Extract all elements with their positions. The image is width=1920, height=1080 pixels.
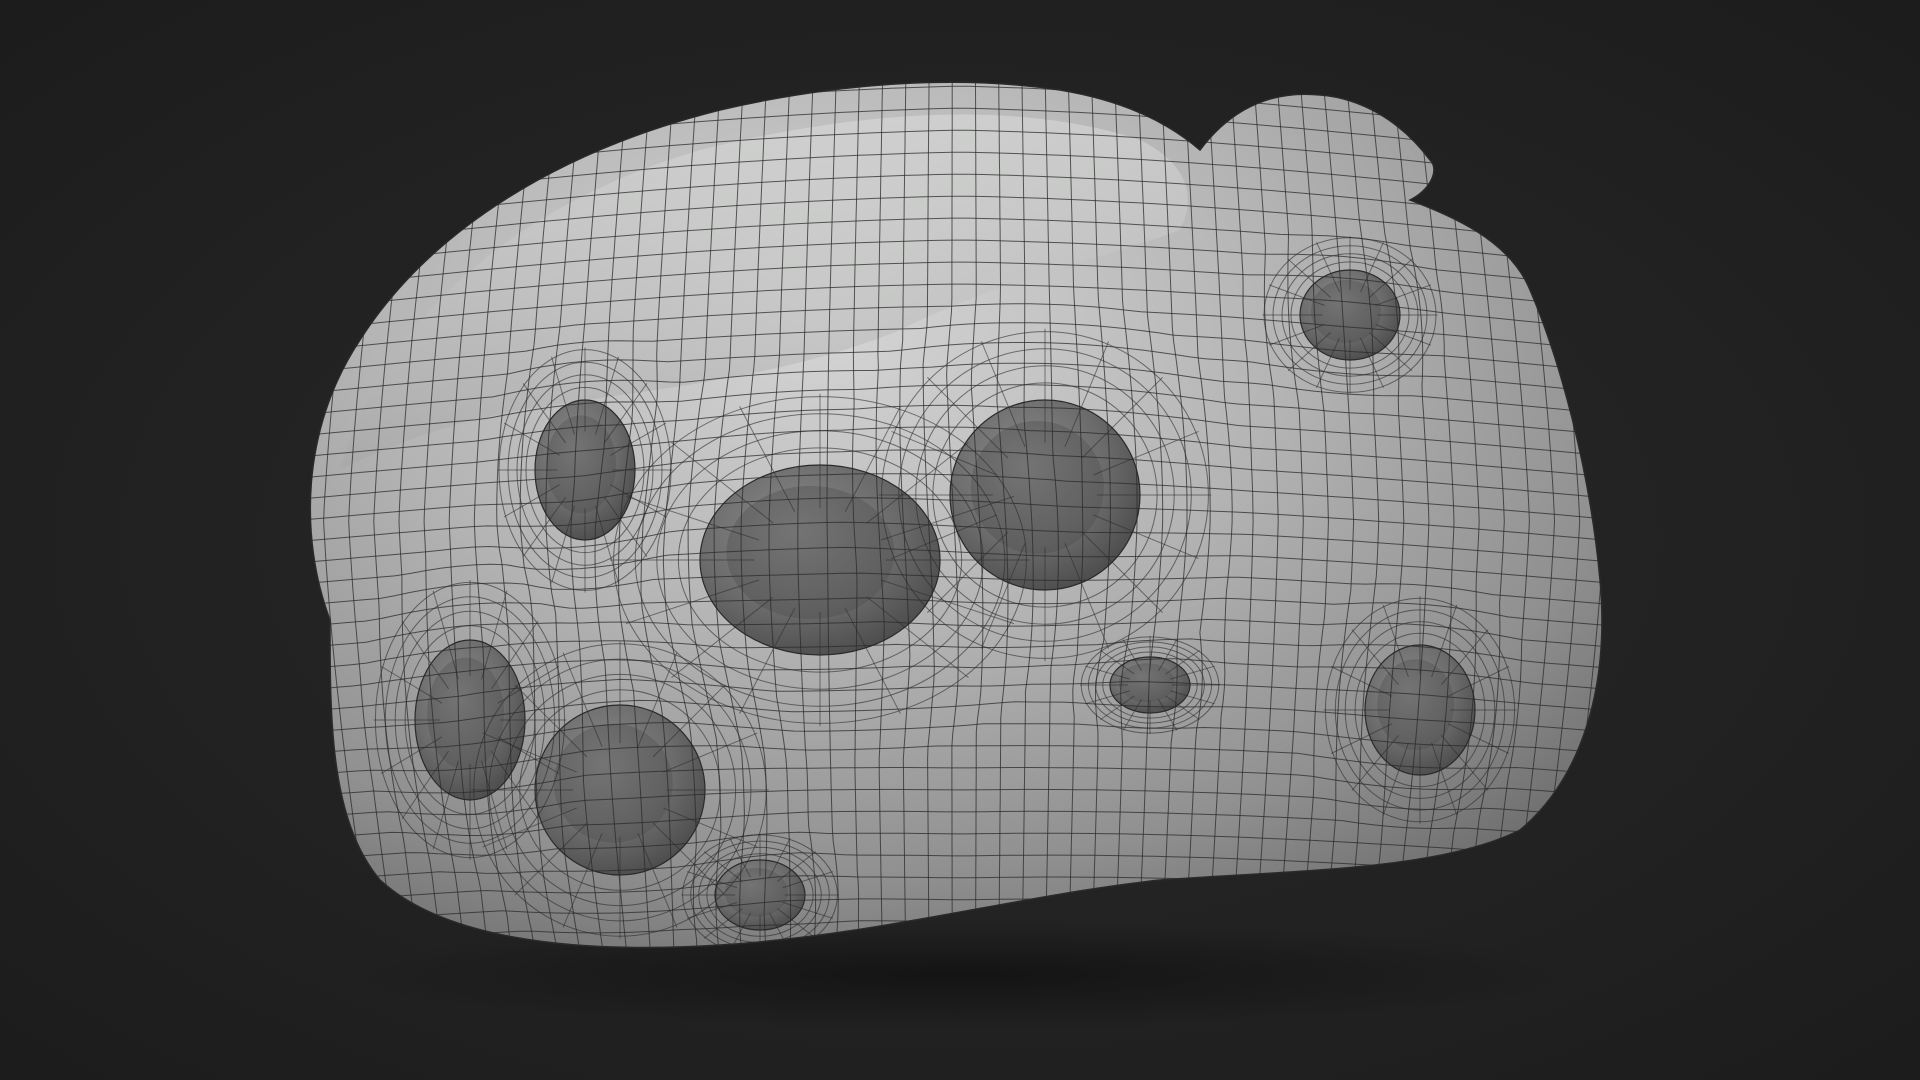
- scene-svg: [0, 0, 1920, 1080]
- render-viewport: [0, 0, 1920, 1080]
